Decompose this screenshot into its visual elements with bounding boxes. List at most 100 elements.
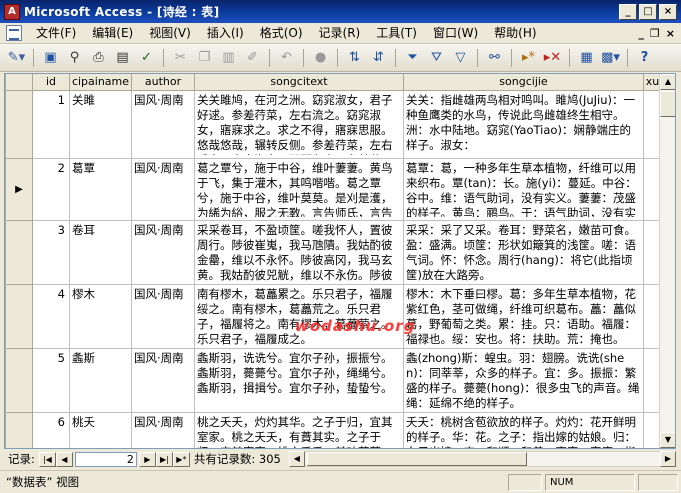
search-file-icon[interactable]: ⚲ [64,47,85,68]
cell-id[interactable]: 5 [32,347,70,413]
view-icon[interactable]: ✎▾ [6,47,27,68]
table-row[interactable]: 4 樛木 国风·周南 南有樛木，葛藟累之。乐只君子，福履绥之。南有樛木，葛藟荒之… [5,283,662,349]
horizontal-scrollbar[interactable]: ◀ ▶ [288,451,676,467]
cell-songcitext[interactable]: 采采卷耳，不盈顷筐。嗟我怀人，置彼周行。陟彼崔嵬，我马虺隤。我姑酌彼金罍，维以不… [194,219,404,285]
spelling-icon[interactable]: ✓ [136,47,157,68]
doc-close-button[interactable]: × [666,27,675,40]
menu-records[interactable]: 记录(R) [311,24,369,43]
cell-author[interactable]: 国风·周南 [131,157,195,221]
cell-author[interactable]: 国风·周南 [131,411,195,448]
cell-songcitext[interactable]: 桃之夭夭，灼灼其华。之子于归，宜其室家。桃之夭夭，有蕡其实。之子于归，宜其家室。… [194,411,404,448]
previous-record-button[interactable]: ◀ [55,451,73,467]
row-selector[interactable] [5,219,33,285]
cell-songcijie[interactable]: 采采：采了又采。卷耳：野菜名，嫩苗可食。盈：盛满。顷筐：形状如簸箕的浅筐。嗟：语… [403,219,644,285]
cell-songcijie[interactable]: 葛覃：葛，一种多年生草本植物，纤维可以用来织布。覃(tan)：长。施(yi)：蔓… [403,157,644,221]
row-selector[interactable] [5,89,33,159]
select-all-corner[interactable] [5,74,33,91]
cell-id[interactable]: 3 [32,219,70,285]
new-object-icon[interactable]: ▩▾ [600,47,621,68]
filter-by-form-icon[interactable]: ⛛ [426,47,447,68]
delete-record-icon[interactable]: ▸✕ [542,47,563,68]
cell-id[interactable]: 6 [32,411,70,448]
cell-songcijie[interactable]: 夭夭：桃树含苞欲放的样子。灼灼：花开鲜明的样子。华：花。之子：指出嫁的姑娘。归：… [403,411,644,448]
cell-id[interactable]: 1 [32,89,70,159]
maximize-button[interactable]: □ [639,3,657,20]
cell-id[interactable]: 4 [32,283,70,349]
cell-songcijie[interactable]: 樛木：木下垂曰樛。葛：多年生草本植物，花紫红色，茎可做绳，纤维可织葛布。藟：藟似… [403,283,644,349]
scroll-right-arrow-icon[interactable]: ▶ [660,451,676,467]
first-record-button[interactable]: |◀ [38,451,56,467]
menu-help[interactable]: 帮助(H) [486,24,544,43]
table-row[interactable]: 5 螽斯 国风·周南 螽斯羽，诜诜兮。宜尔子孙，振振兮。螽斯羽，薨薨兮。宜尔子孙… [5,347,662,413]
cell-songcitext[interactable]: 螽斯羽，诜诜兮。宜尔子孙，振振兮。螽斯羽，薨薨兮。宜尔子孙，绳绳兮。螽斯羽，揖揖… [194,347,404,413]
cell-cipainame[interactable]: 桃夭 [69,411,132,448]
vertical-scrollbar[interactable]: ▲ ▼ [659,74,675,448]
sort-descending-icon[interactable]: ⇵ [368,47,389,68]
menu-view[interactable]: 视图(V) [141,24,199,43]
cell-songcitext[interactable]: 南有樛木，葛藟累之。乐只君子，福履绥之。南有樛木，葛藟荒之。乐只君子，福履将之。… [194,283,404,349]
column-header-songcijie[interactable]: songcijie [403,74,644,91]
new-record-button[interactable]: ▶* [172,451,190,467]
apply-filter-icon[interactable]: ▽ [450,47,471,68]
menu-edit[interactable]: 编辑(E) [84,24,141,43]
access-app-icon[interactable]: A [4,3,20,20]
cut-icon[interactable]: ✂ [170,47,191,68]
cell-songcitext[interactable]: 葛之覃兮，施于中谷，维叶萋萋。黄鸟于飞，集于灌木，其鸣喈喈。葛之覃兮，施于中谷，… [194,157,404,221]
scroll-left-arrow-icon[interactable]: ◀ [288,451,305,467]
cell-author[interactable]: 国风·周南 [131,347,195,413]
cell-id[interactable]: 2 [32,157,70,221]
undo-icon[interactable]: ↶ [276,47,297,68]
cell-songcijie[interactable]: 螽(zhong)斯：蝗虫。羽：翅膀。诜诜(shen)：同莘莘，众多的样子。宜：多… [403,347,644,413]
cell-author[interactable]: 国风·周南 [131,283,195,349]
row-selector[interactable]: ▶ [5,157,33,221]
table-row[interactable]: 6 桃夭 国风·周南 桃之夭夭，灼灼其华。之子于归，宜其室家。桃之夭夭，有蕡其实… [5,411,662,448]
last-record-button[interactable]: ▶| [155,451,173,467]
menu-format[interactable]: 格式(O) [252,24,311,43]
row-selector[interactable] [5,411,33,448]
menu-tools[interactable]: 工具(T) [368,24,425,43]
format-painter-icon[interactable]: ✐ [242,47,263,68]
sort-ascending-icon[interactable]: ⇅ [344,47,365,68]
cell-cipainame[interactable]: 关雎 [69,89,132,159]
cell-songcijie[interactable]: 关关：指雌雄两鸟相对鸣叫。雎鸠(JuJiu)：一种鱼鹰类的水鸟，传说此鸟雌雄终生… [403,89,644,159]
scroll-up-arrow-icon[interactable]: ▲ [660,74,675,90]
cell-cipainame[interactable]: 葛覃 [69,157,132,221]
print-icon[interactable]: ⎙ [88,47,109,68]
doc-minimize-button[interactable]: _ [638,27,644,40]
minimize-button[interactable]: _ [619,3,637,20]
cell-cipainame[interactable]: 螽斯 [69,347,132,413]
current-record-input[interactable] [74,451,137,467]
row-selector[interactable] [5,347,33,413]
vertical-scroll-thumb[interactable] [660,91,675,117]
filter-by-selection-icon[interactable]: ⏷ [402,47,423,68]
column-header-cipainame[interactable]: cipainame [69,74,132,91]
column-header-songcitext[interactable]: songcitext [194,74,404,91]
doc-restore-button[interactable]: ❐ [650,27,660,40]
horizontal-scroll-thumb[interactable] [306,452,527,466]
column-header-id[interactable]: id [32,74,70,91]
cell-author[interactable]: 国风·周南 [131,219,195,285]
row-selector[interactable] [5,283,33,349]
insert-hyperlink-icon[interactable]: ● [310,47,331,68]
copy-icon[interactable]: ❐ [194,47,215,68]
cell-author[interactable]: 国风·周南 [131,89,195,159]
menu-insert[interactable]: 插入(I) [199,24,252,43]
close-button[interactable]: × [659,3,677,20]
menu-file[interactable]: 文件(F) [28,24,84,43]
scroll-down-arrow-icon[interactable]: ▼ [660,432,675,448]
database-window-icon[interactable]: ▦ [576,47,597,68]
print-preview-icon[interactable]: ▤ [112,47,133,68]
cell-songcitext[interactable]: 关关雎鸠，在河之洲。窈窕淑女，君子好逑。参差荇菜，左右流之。窈窕淑女，寤寐求之。… [194,89,404,159]
table-row[interactable]: ▶ 2 葛覃 国风·周南 葛之覃兮，施于中谷，维叶萋萋。黄鸟于飞，集于灌木，其鸣… [5,157,662,221]
find-icon[interactable]: ⚯ [484,47,505,68]
table-document-icon[interactable] [6,25,22,41]
cell-cipainame[interactable]: 卷耳 [69,219,132,285]
column-header-author[interactable]: author [131,74,195,91]
help-icon[interactable]: ? [634,47,655,68]
cell-cipainame[interactable]: 樛木 [69,283,132,349]
next-record-button[interactable]: ▶ [138,451,156,467]
paste-icon[interactable]: ▥ [218,47,239,68]
table-row[interactable]: 3 卷耳 国风·周南 采采卷耳，不盈顷筐。嗟我怀人，置彼周行。陟彼崔嵬，我马虺隤… [5,219,662,285]
menu-window[interactable]: 窗口(W) [425,24,486,43]
new-record-icon[interactable]: ▸* [518,47,539,68]
